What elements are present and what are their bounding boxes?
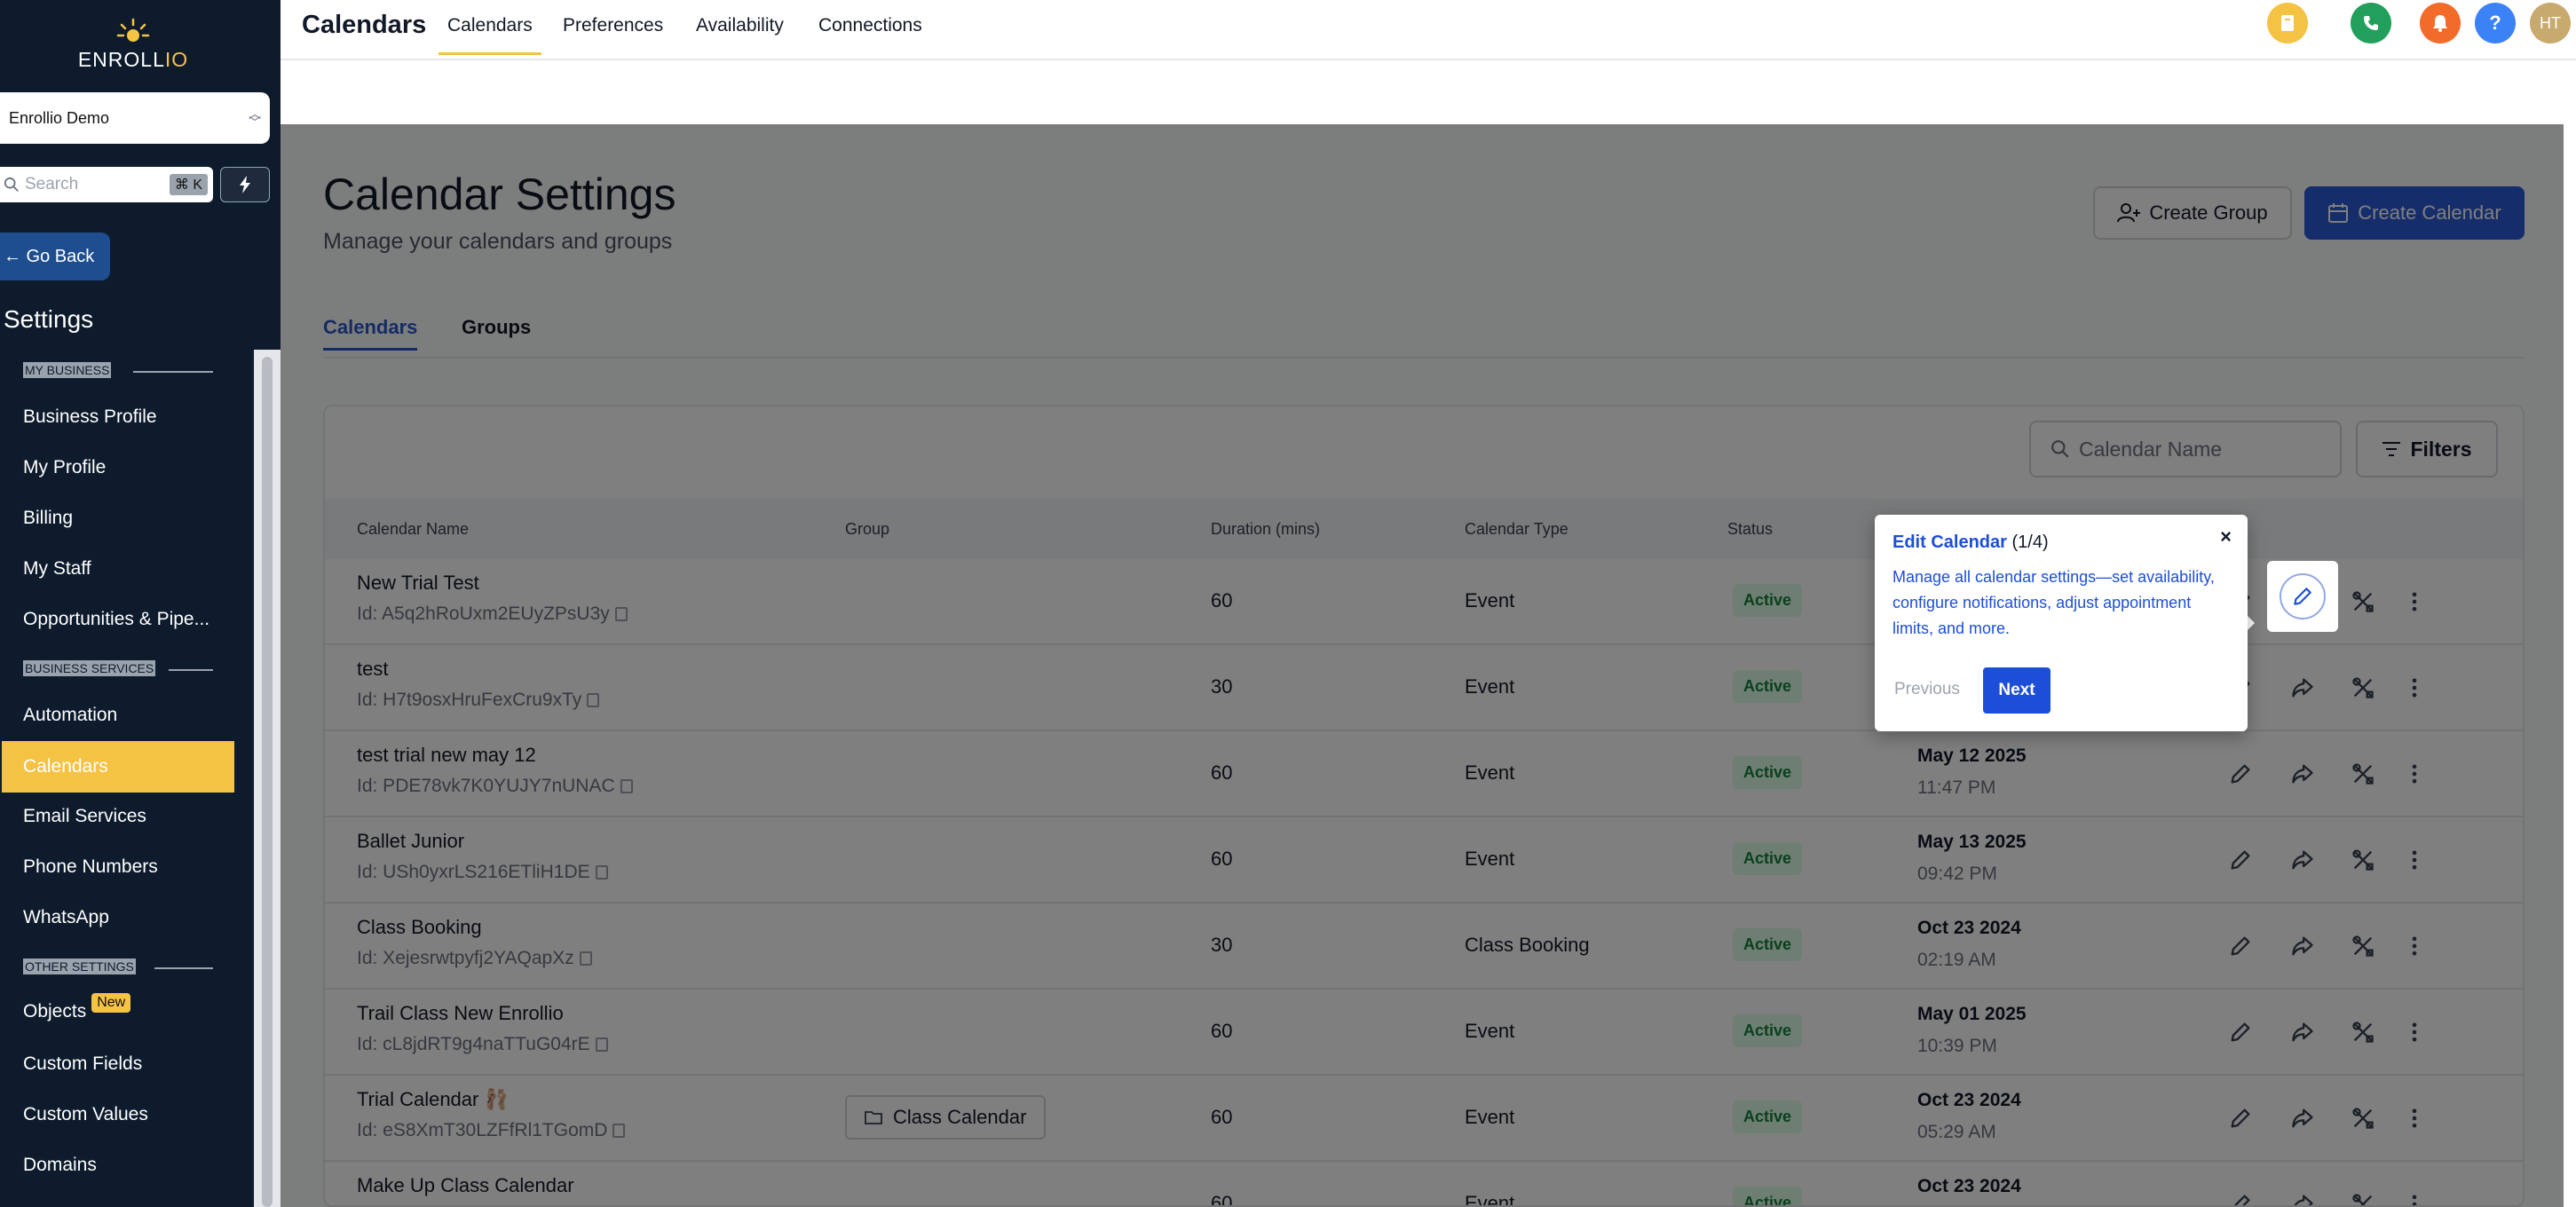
location-selector[interactable]: Enrollio Demo ︿ ﹀ [0,92,270,144]
sidebar-item-objects[interactable]: Objects New [23,993,131,1023]
sidebar-item-custom-values[interactable]: Custom Values [23,1104,148,1125]
sidebar-item-label: Objects [23,1001,87,1022]
app-title: Calendars [302,11,427,39]
tab-connections[interactable]: Connections [818,15,922,36]
new-badge: New [91,993,131,1013]
tab-calendars[interactable]: Calendars [439,15,541,55]
avatar-initials: HT [2540,13,2561,32]
user-avatar[interactable]: HT [2530,3,2571,43]
tour-previous-button[interactable]: Previous [1894,680,1960,699]
scrollbar-thumb[interactable] [262,357,273,1207]
sidebar-item-whatsapp[interactable]: WhatsApp [23,907,109,928]
logo-wordmark: ENROLLIO [77,48,189,71]
book-icon [2281,15,2294,31]
sidebar-search-input[interactable]: Search ⌘ K [0,167,213,202]
sidebar-item-my-staff[interactable]: My Staff [23,558,91,580]
sidebar-item-phone-numbers[interactable]: Phone Numbers [23,856,158,878]
notifications-button[interactable] [2420,3,2461,43]
sidebar-item-my-profile[interactable]: My Profile [23,457,106,478]
phone-icon [2364,16,2378,30]
help-button[interactable]: ? [2475,3,2516,43]
chevron-updown-icon: ︿ ﹀ [249,106,261,130]
lightning-icon [240,176,250,193]
tour-close-button[interactable]: × [2220,525,2232,548]
help-icon: ? [2489,12,2501,34]
sidebar-item-business-profile[interactable]: Business Profile [23,406,157,428]
sidebar-scrollbar[interactable] [254,350,281,1207]
search-icon [4,177,19,192]
book-button[interactable] [2267,3,2308,43]
content-header-strip [281,60,2564,124]
location-name: Enrollio Demo [9,108,110,127]
tour-next-button[interactable]: Next [1983,667,2051,714]
sidebar-item-calendars[interactable]: Calendars [2,741,234,793]
sidebar-item-custom-fields[interactable]: Custom Fields [23,1053,142,1075]
section-divider [133,371,213,373]
tour-highlight [2267,561,2338,632]
sidebar-item-billing[interactable]: Billing [23,508,73,529]
section-business-services: BUSINESS SERVICES [23,660,156,676]
topbar: Calendars Calendars Preferences Availabi… [281,0,2576,60]
tour-step-count: (1/4) [2011,532,2049,552]
sun-logo-icon [116,18,150,42]
settings-heading: Settings [4,305,94,333]
tab-availability[interactable]: Availability [696,15,784,36]
search-placeholder: Search [25,175,79,193]
section-divider [154,967,213,969]
pencil-icon [2294,588,2311,605]
section-divider [169,669,213,671]
sidebar-item-opportunities[interactable]: Opportunities & Pipe... [23,609,209,630]
quick-action-button[interactable] [220,167,270,202]
sidebar-item-email-services[interactable]: Email Services [23,806,146,827]
brand-logo[interactable]: ENROLLIO [0,16,266,72]
section-other-settings: OTHER SETTINGS [23,958,136,974]
section-my-business: MY BUSINESS [23,362,112,378]
tour-description: Manage all calendar settings—set availab… [1892,568,2215,637]
sidebar-item-automation[interactable]: Automation [23,705,117,726]
phone-button[interactable] [2351,3,2391,43]
sidebar: ENROLLIO Enrollio Demo ︿ ﹀ Search ⌘ K ← G… [0,0,281,1207]
tour-popover: Edit Calendar (1/4) × Manage all calenda… [1875,515,2248,731]
shortcut-badge: ⌘ K [169,174,208,195]
tab-preferences[interactable]: Preferences [563,15,663,36]
bell-icon [2433,15,2447,32]
sidebar-item-domains[interactable]: Domains [23,1155,97,1176]
tour-title: Edit Calendar (1/4) [1892,532,2049,552]
go-back-button[interactable]: ← Go Back [0,233,110,280]
edit-calendar-button-highlight[interactable] [2280,573,2326,619]
